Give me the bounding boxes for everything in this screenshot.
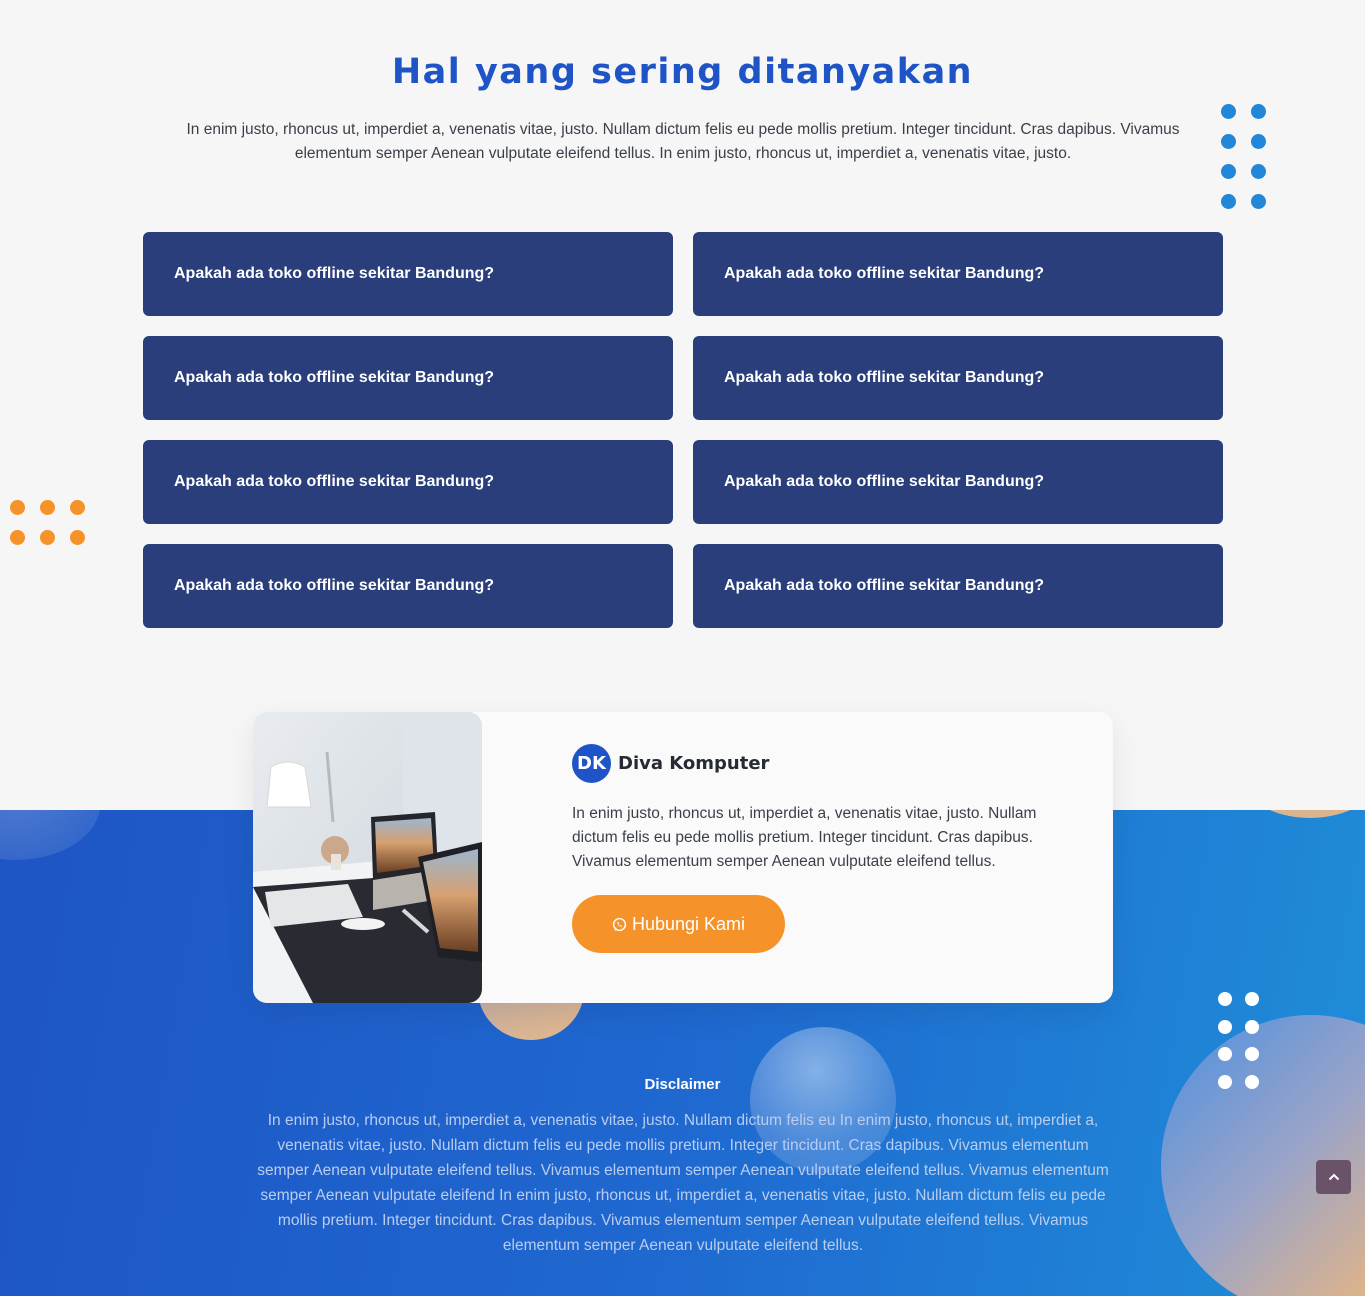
faq-item[interactable]: Apakah ada toko offline sekitar Bandung?: [693, 232, 1223, 316]
dot: [70, 530, 85, 545]
dot: [40, 500, 55, 515]
disclaimer-text: In enim justo, rhoncus ut, imperdiet a, …: [257, 1112, 1109, 1254]
dot: [1251, 164, 1266, 179]
faq-question: Apakah ada toko offline sekitar Bandung?: [724, 577, 1045, 594]
dot: [1221, 164, 1236, 179]
dot: [1245, 992, 1259, 1006]
disclaimer-title: Disclaimer: [644, 1076, 721, 1093]
faq-question: Apakah ada toko offline sekitar Bandung?: [724, 473, 1045, 490]
decorative-bubble: [0, 810, 100, 860]
faq-question: Apakah ada toko offline sekitar Bandung?: [174, 265, 495, 282]
decorative-bubble: [1240, 810, 1365, 818]
faq-item[interactable]: Apakah ada toko offline sekitar Bandung?: [693, 336, 1223, 420]
brand-avatar: DK: [572, 744, 611, 783]
dot: [1221, 194, 1236, 209]
faq-item[interactable]: Apakah ada toko offline sekitar Bandung?: [693, 440, 1223, 524]
faq-title: Hal yang sering ditanyakan: [391, 52, 974, 92]
chevron-up-icon: [1328, 1173, 1340, 1181]
brand-name: Diva Komputer: [618, 753, 770, 774]
dot: [1218, 1047, 1232, 1061]
dot: [1221, 134, 1236, 149]
contact-button-label: Hubungi Kami: [631, 913, 746, 934]
dot: [10, 530, 25, 545]
dot: [1251, 194, 1266, 209]
faq-question: Apakah ada toko offline sekitar Bandung?: [174, 473, 495, 490]
dot: [1245, 1020, 1259, 1034]
dot: [1251, 134, 1266, 149]
dot: [1245, 1047, 1259, 1061]
faq-question: Apakah ada toko offline sekitar Bandung?: [174, 577, 495, 594]
dot: [1221, 104, 1236, 119]
faq-item[interactable]: Apakah ada toko offline sekitar Bandung?: [143, 336, 673, 420]
workspace-photo: [253, 712, 482, 1003]
dot: [1251, 104, 1266, 119]
dot: [10, 500, 25, 515]
dot: [40, 530, 55, 545]
dot: [70, 500, 85, 515]
faq-item[interactable]: Apakah ada toko offline sekitar Bandung?: [693, 544, 1223, 628]
card-description: In enim justo, rhoncus ut, imperdiet a, …: [572, 805, 1037, 870]
faq-item[interactable]: Apakah ada toko offline sekitar Bandung?: [143, 544, 673, 628]
whatsapp-icon: [612, 917, 627, 932]
dot: [1218, 992, 1232, 1006]
contact-card: DK Diva Komputer In enim justo, rhoncus …: [253, 712, 1113, 1003]
faq-intro: In enim justo, rhoncus ut, imperdiet a, …: [186, 121, 1180, 162]
scroll-top-button[interactable]: [1316, 1160, 1351, 1194]
decorative-bubble: [1161, 1015, 1365, 1296]
faq-question: Apakah ada toko offline sekitar Bandung?: [724, 265, 1045, 282]
faq-question: Apakah ada toko offline sekitar Bandung?: [174, 369, 495, 386]
contact-button[interactable]: Hubungi Kami: [572, 895, 785, 953]
faq-question: Apakah ada toko offline sekitar Bandung?: [724, 369, 1045, 386]
dot: [1218, 1020, 1232, 1034]
faq-item[interactable]: Apakah ada toko offline sekitar Bandung?: [143, 232, 673, 316]
faq-item[interactable]: Apakah ada toko offline sekitar Bandung?: [143, 440, 673, 524]
